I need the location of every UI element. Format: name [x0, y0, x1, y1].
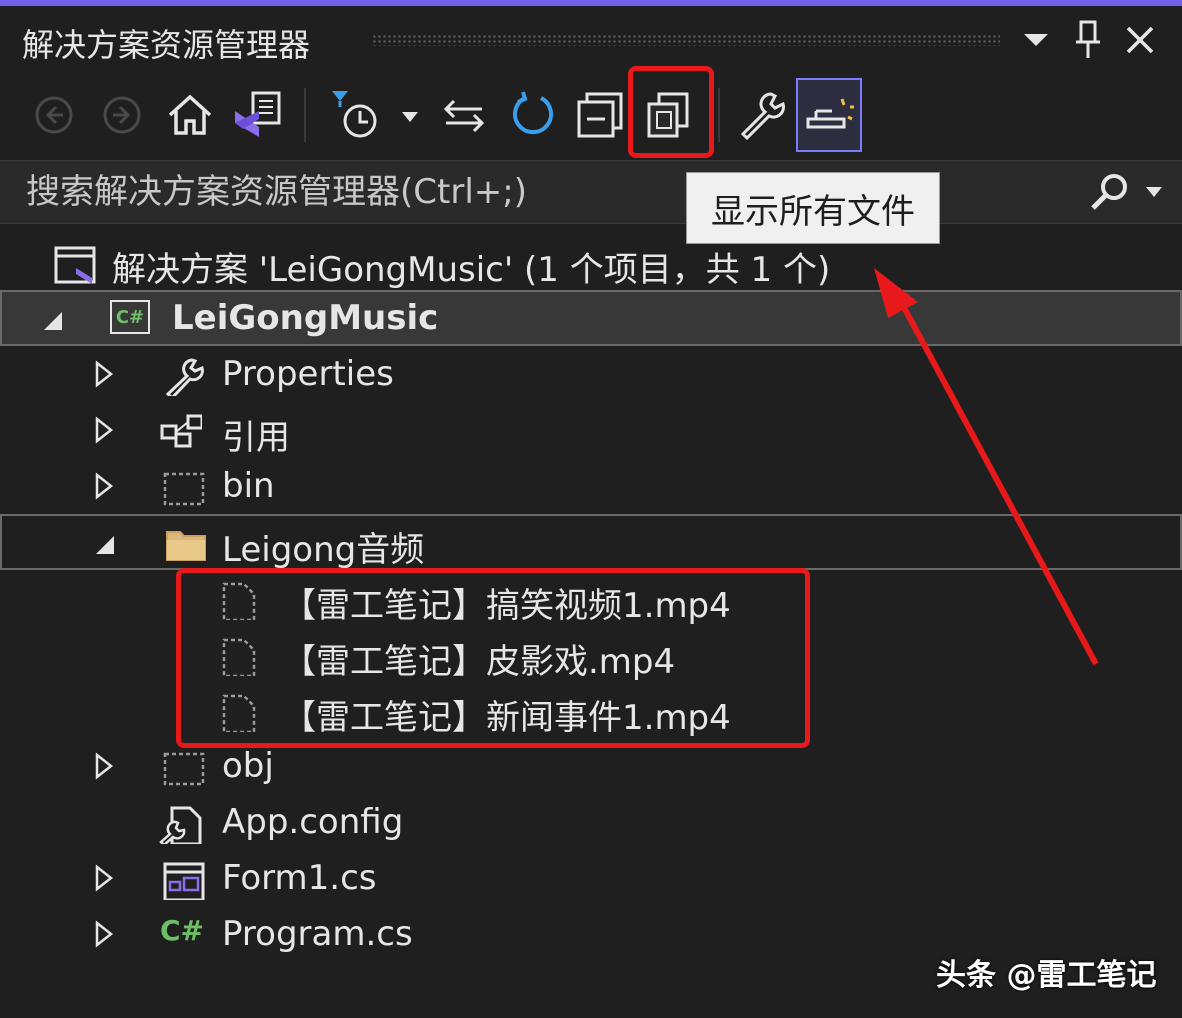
show-all-files-highlight — [628, 66, 714, 158]
properties-button[interactable] — [730, 80, 790, 150]
sync-button[interactable] — [434, 80, 494, 150]
collapse-all-icon — [577, 92, 623, 138]
window-title: 解决方案资源管理器 — [22, 26, 311, 64]
references-icon — [160, 414, 202, 448]
form-icon — [163, 862, 205, 900]
toolbar-separator — [718, 88, 720, 142]
back-button[interactable] — [24, 80, 84, 150]
tree-row-solution[interactable]: 解决方案 'LeiGongMusic' (1 个项目，共 1 个) — [0, 234, 1182, 290]
collapsed-arrow-icon[interactable] — [94, 360, 114, 388]
tree-row-bin[interactable]: bin — [0, 458, 1182, 514]
collapsed-arrow-icon[interactable] — [94, 472, 114, 500]
close-icon[interactable] — [1124, 24, 1156, 56]
solution-icon — [54, 246, 96, 284]
item-label: Form1.cs — [222, 858, 377, 898]
solution-label: 解决方案 'LeiGongMusic' (1 个项目，共 1 个) — [112, 250, 831, 290]
tree-row-form1[interactable]: Form1.cs — [0, 850, 1182, 906]
item-label: Program.cs — [222, 914, 413, 954]
project-label: LeiGongMusic — [172, 298, 439, 338]
pending-changes-filter-icon — [332, 91, 377, 138]
item-label: obj — [222, 746, 274, 786]
folder-icon — [166, 531, 206, 561]
forward-button[interactable] — [92, 80, 152, 150]
home-button[interactable] — [160, 80, 220, 150]
csharp-project-icon: C# — [110, 300, 150, 334]
sync-icon — [443, 99, 485, 133]
tree-row-references[interactable]: 引用 — [0, 402, 1182, 458]
watermark: 头条 @雷工笔记 — [936, 958, 1157, 993]
files-highlight-box — [176, 568, 810, 748]
tooltip: 显示所有文件 — [686, 172, 940, 244]
filter-dropdown-icon[interactable] — [400, 110, 420, 124]
item-label: Properties — [222, 354, 394, 394]
dropdown-arrow-icon[interactable] — [1022, 30, 1050, 50]
drag-grip[interactable] — [372, 34, 1000, 46]
item-label: 引用 — [222, 418, 290, 458]
refresh-icon — [513, 91, 553, 135]
tree-row-properties[interactable]: Properties — [0, 346, 1182, 402]
hidden-folder-icon — [163, 752, 205, 786]
expanded-arrow-icon[interactable] — [94, 530, 114, 558]
switch-view-button[interactable] — [226, 80, 286, 150]
collapsed-arrow-icon[interactable] — [94, 920, 114, 948]
tree-row-leigong-folder[interactable]: Leigong音频 — [0, 514, 1182, 570]
collapse-all-button[interactable] — [570, 80, 630, 150]
title-bar: 解决方案资源管理器 — [0, 6, 1182, 66]
properties-icon — [740, 92, 785, 140]
forward-icon — [103, 96, 141, 134]
pending-changes-filter-button[interactable] — [326, 80, 386, 150]
search-bar — [0, 160, 1182, 224]
item-label: Leigong音频 — [222, 530, 425, 570]
hidden-folder-icon — [163, 472, 205, 506]
item-label: App.config — [222, 802, 404, 842]
item-label: bin — [222, 466, 275, 506]
toolbar-separator — [304, 88, 306, 142]
search-input[interactable] — [24, 169, 668, 215]
collapsed-arrow-icon[interactable] — [94, 864, 114, 892]
config-file-icon — [159, 806, 202, 844]
properties-icon — [165, 358, 204, 396]
tree-row-app-config[interactable]: App.config — [0, 794, 1182, 850]
collapsed-arrow-icon[interactable] — [94, 752, 114, 780]
tree-row-project[interactable]: C# LeiGongMusic — [0, 290, 1182, 346]
toolbar — [0, 66, 1182, 160]
switch-view-icon — [235, 91, 281, 137]
back-icon — [35, 96, 73, 134]
search-options-dropdown-icon[interactable] — [1144, 185, 1164, 199]
preview-selected-icon — [806, 98, 854, 129]
collapsed-arrow-icon[interactable] — [94, 416, 114, 444]
pin-icon[interactable] — [1074, 20, 1102, 60]
expanded-arrow-icon[interactable] — [42, 306, 62, 334]
search-icon[interactable] — [1088, 171, 1132, 215]
refresh-button[interactable] — [502, 80, 562, 150]
csharp-file-icon: C# — [160, 914, 205, 947]
preview-selected-inner — [799, 80, 859, 150]
home-icon — [168, 94, 212, 135]
